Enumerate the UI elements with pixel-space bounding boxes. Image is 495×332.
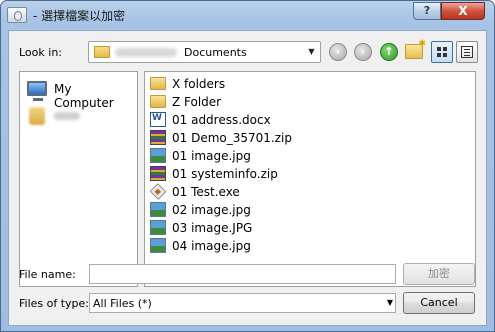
word-document-icon bbox=[150, 112, 166, 127]
list-item[interactable]: 04 image.jpg bbox=[150, 237, 470, 255]
image-file-icon bbox=[150, 220, 166, 235]
file-name: 01 image.jpg bbox=[172, 149, 251, 163]
list-item[interactable]: 02 image.jpg bbox=[150, 201, 470, 219]
look-in-label: Look in: bbox=[19, 46, 62, 59]
place-my-computer[interactable]: My Computer bbox=[24, 78, 134, 110]
files-of-type-dropdown[interactable]: All Files (*) ▼ bbox=[89, 293, 396, 313]
redacted-user-name bbox=[54, 112, 80, 120]
encrypt-button[interactable]: 加密 bbox=[403, 263, 475, 285]
my-computer-icon bbox=[27, 81, 47, 101]
executable-icon bbox=[149, 183, 167, 200]
list-item[interactable]: 01 address.docx bbox=[150, 111, 470, 129]
place-user-folder[interactable] bbox=[24, 104, 134, 128]
zip-archive-icon bbox=[150, 130, 166, 145]
close-button[interactable]: X bbox=[441, 2, 485, 20]
file-name-label: File name: bbox=[19, 268, 76, 281]
file-name: 04 image.jpg bbox=[172, 239, 251, 253]
up-folder-icon[interactable]: ↑ bbox=[380, 43, 398, 61]
list-item[interactable]: Z Folder bbox=[150, 93, 470, 111]
list-item[interactable]: 01 Demo_35701.zip bbox=[150, 129, 470, 147]
redacted-path bbox=[115, 48, 177, 57]
app-icon bbox=[7, 7, 27, 23]
title-bar[interactable]: - 選擇檔案以加密 ? X bbox=[1, 1, 494, 29]
chevron-down-icon[interactable]: ▼ bbox=[387, 294, 393, 312]
places-sidebar: My Computer bbox=[19, 71, 138, 287]
file-dialog-window: - 選擇檔案以加密 ? X Look in: Documents ▼ ‹ › ↑ bbox=[0, 0, 495, 332]
image-file-icon bbox=[150, 238, 166, 253]
list-view-icon[interactable] bbox=[456, 41, 478, 63]
user-folder-icon bbox=[29, 107, 45, 125]
cancel-button[interactable]: Cancel bbox=[403, 292, 475, 314]
list-item[interactable]: 01 image.jpg bbox=[150, 147, 470, 165]
files-of-type-label: Files of type: bbox=[19, 297, 90, 310]
file-list[interactable]: X folders Z Folder 01 address.docx 01 De… bbox=[144, 71, 476, 287]
list-item[interactable]: 01 systeminfo.zip bbox=[150, 165, 470, 183]
file-name: 01 systeminfo.zip bbox=[172, 167, 278, 181]
file-name: 01 Test.exe bbox=[172, 185, 240, 199]
look-in-value: Documents bbox=[184, 46, 247, 59]
new-folder-icon[interactable] bbox=[405, 39, 426, 59]
help-button[interactable]: ? bbox=[413, 2, 441, 20]
list-item[interactable]: X folders bbox=[150, 75, 470, 93]
image-file-icon bbox=[150, 148, 166, 163]
chevron-down-icon[interactable]: ▼ bbox=[303, 42, 320, 62]
file-name: 01 Demo_35701.zip bbox=[172, 131, 292, 145]
folder-icon bbox=[150, 95, 166, 108]
file-name: 01 address.docx bbox=[172, 113, 271, 127]
file-name: 02 image.jpg bbox=[172, 203, 251, 217]
file-name: X folders bbox=[172, 77, 226, 91]
file-name: 03 image.JPG bbox=[172, 221, 253, 235]
forward-arrow-icon[interactable]: › bbox=[354, 43, 372, 61]
files-of-type-value: All Files (*) bbox=[93, 297, 152, 310]
window-title: - 選擇檔案以加密 bbox=[33, 9, 126, 23]
look-in-dropdown[interactable]: Documents ▼ bbox=[88, 41, 321, 63]
file-name: Z Folder bbox=[172, 95, 222, 109]
list-item[interactable]: 03 image.JPG bbox=[150, 219, 470, 237]
folder-icon bbox=[94, 46, 110, 58]
folder-icon bbox=[150, 77, 166, 90]
list-item[interactable]: 01 Test.exe bbox=[149, 183, 470, 201]
back-arrow-icon[interactable]: ‹ bbox=[329, 43, 347, 61]
file-name-input[interactable] bbox=[89, 264, 396, 284]
details-view-icon[interactable] bbox=[431, 41, 453, 63]
image-file-icon bbox=[150, 202, 166, 217]
dialog-body: Look in: Documents ▼ ‹ › ↑ My Computer bbox=[8, 30, 487, 326]
zip-archive-icon bbox=[150, 166, 166, 181]
